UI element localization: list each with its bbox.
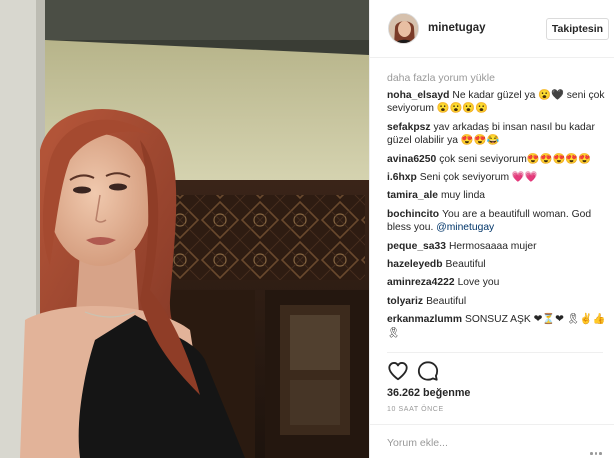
comment-username[interactable]: tolyariz <box>387 296 423 307</box>
add-comment-input[interactable] <box>387 433 567 453</box>
comments-divider <box>387 352 603 353</box>
comment-username[interactable]: tamira_ale <box>387 190 438 201</box>
comment-mention-link[interactable]: @minetugay <box>436 222 494 233</box>
more-options-dot <box>594 452 598 455</box>
comment-username[interactable]: sefakpsz <box>387 122 431 133</box>
likes-count[interactable]: 36.262 beğenme <box>387 387 470 399</box>
post-photo[interactable] <box>0 0 369 458</box>
comments-list[interactable]: daha fazla yorum yükle noha_elsayd Ne kad… <box>387 70 609 355</box>
comment-item: tamira_ale muy linda <box>387 189 609 202</box>
comment-item: peque_sa33 Hermosaaaa mujer <box>387 240 609 253</box>
post-photo-drawing <box>0 0 369 458</box>
comment-item: tolyariz Beautiful <box>387 295 609 308</box>
avatar-image <box>389 14 418 43</box>
post-header: minetugay Takiptesin <box>370 0 614 58</box>
comment-item: aminreza4222 Love you <box>387 276 609 289</box>
add-comment-bar <box>370 424 614 458</box>
author-username[interactable]: minetugay <box>428 22 486 34</box>
comment-item: avina6250 çok seni seviyorum😍😍😍😍😍 <box>387 153 609 166</box>
following-button[interactable]: Takiptesin <box>546 18 609 40</box>
avatar[interactable] <box>388 13 419 44</box>
comment-text: muy linda <box>440 190 486 202</box>
more-options-dot <box>590 452 593 455</box>
comment-item: hazeleyedb Beautiful <box>387 258 609 271</box>
comment-username[interactable]: erkanmazlumm <box>387 314 462 325</box>
post-actions <box>387 360 467 382</box>
comment-username[interactable]: i.6hxp <box>387 172 417 183</box>
heart-icon[interactable] <box>387 360 409 382</box>
comment-text: Seni çok seviyorum 💗💗 <box>419 172 538 184</box>
comment-username[interactable]: noha_elsayd <box>387 90 449 101</box>
comment-username[interactable]: avina6250 <box>387 154 436 165</box>
comment-username[interactable]: hazeleyedb <box>387 259 443 270</box>
comment-text: Hermosaaaa mujer <box>448 240 537 252</box>
comment-username[interactable]: peque_sa33 <box>387 241 446 252</box>
comment-text: Beautiful <box>445 259 486 271</box>
comment-item: noha_elsayd Ne kadar güzel ya 😮🖤 seni çok… <box>387 89 609 116</box>
comment-bubble-icon[interactable] <box>417 360 439 382</box>
comment-text: Beautiful <box>426 295 467 307</box>
more-options-icon[interactable] <box>590 442 606 455</box>
comment-item: erkanmazlumm SONSUZ AŞK ❤⏳❤ 🎗✌👍 🎗 <box>387 313 609 340</box>
comment-item: i.6hxp Seni çok seviyorum 💗💗 <box>387 171 609 184</box>
comment-container: noha_elsayd Ne kadar güzel ya 😮🖤 seni çok… <box>387 89 609 340</box>
comment-username[interactable]: bochincito <box>387 209 439 220</box>
comment-item: sefakpsz yav arkadaş bi insan nasıl bu ka… <box>387 121 609 148</box>
load-more-comments-link[interactable]: daha fazla yorum yükle <box>387 70 609 86</box>
comment-text: çok seni seviyorum😍😍😍😍😍 <box>439 153 591 165</box>
comment-item: bochincito You are a beautifull woman. Go… <box>387 208 609 235</box>
comment-username[interactable]: aminreza4222 <box>387 277 455 288</box>
comment-text: Love you <box>457 277 500 289</box>
post-details-panel: minetugay Takiptesin daha fazla yorum yü… <box>369 0 614 458</box>
post-timestamp: 10 SAAT ÖNCE <box>387 406 444 413</box>
more-options-dot <box>599 452 602 455</box>
